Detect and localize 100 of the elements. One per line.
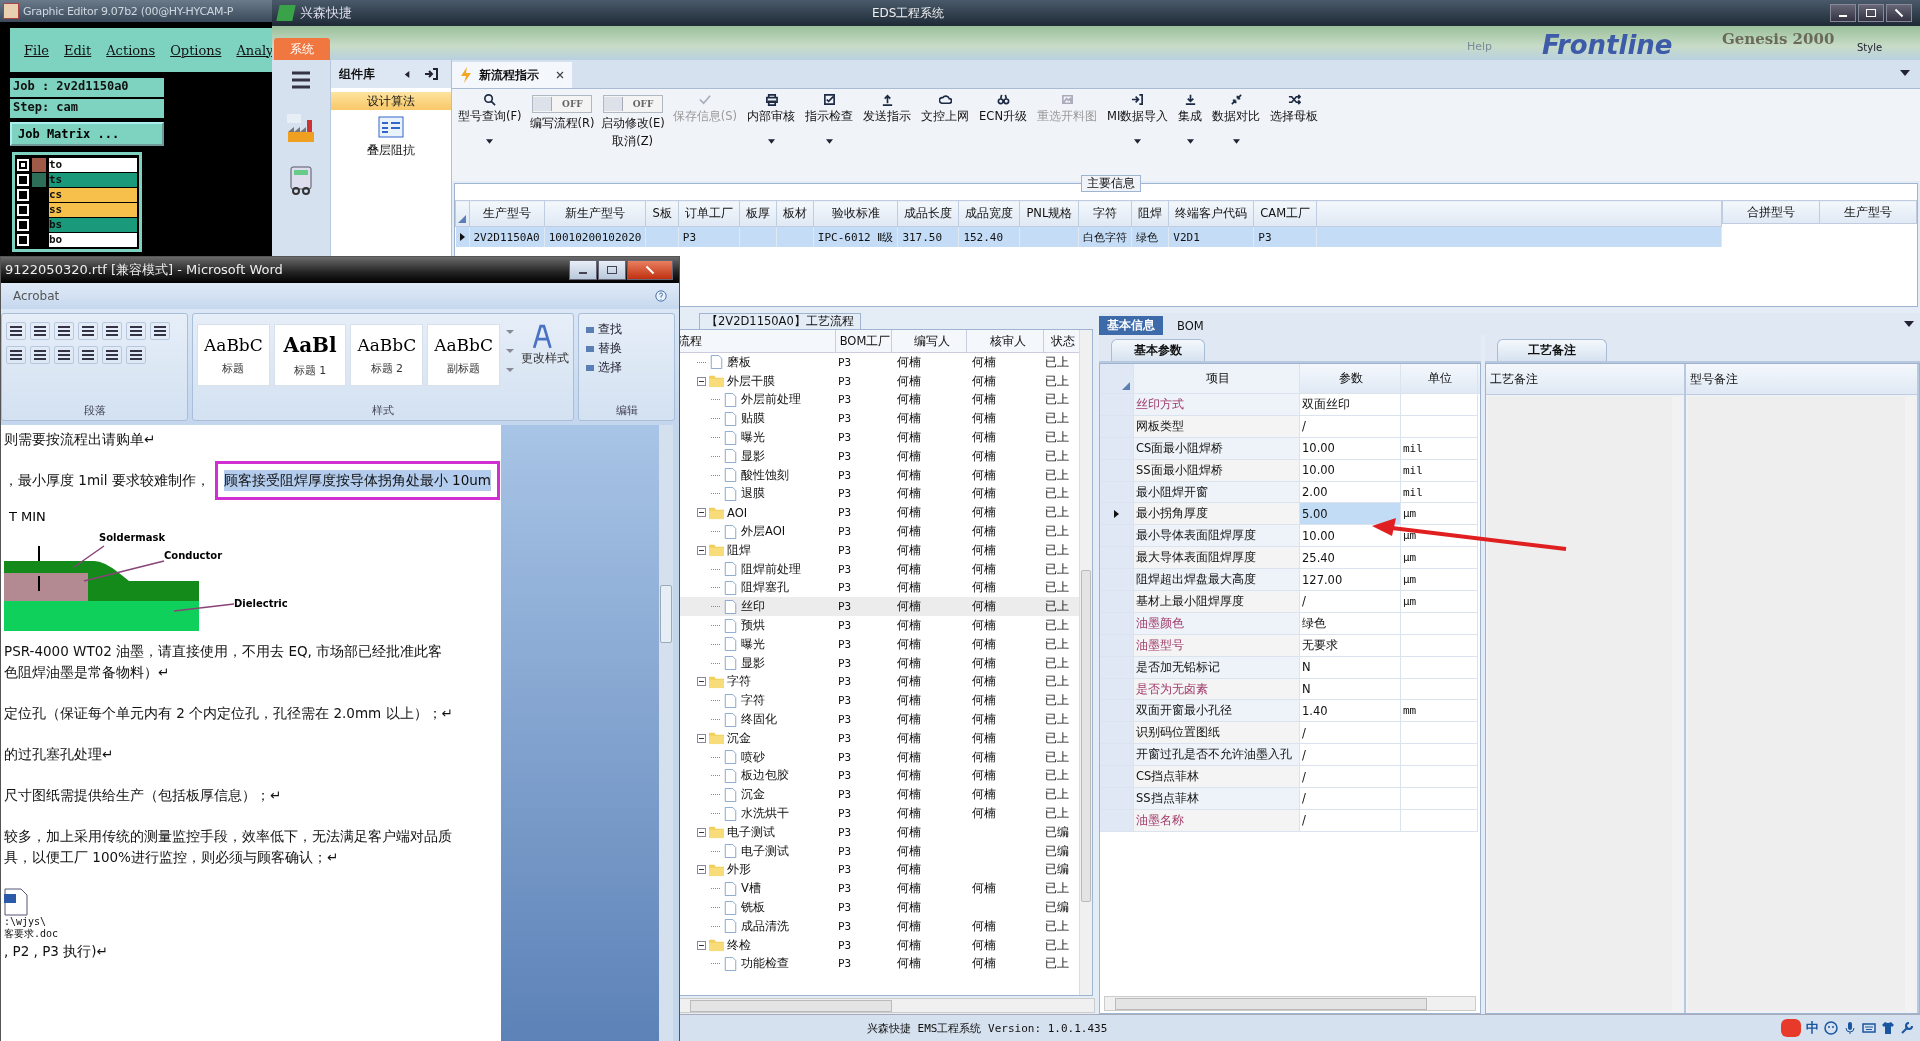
row-header-cell[interactable] <box>1100 809 1134 832</box>
table-icon[interactable] <box>378 116 404 138</box>
paragraph-tool-icon[interactable] <box>102 322 122 340</box>
row-header-cell[interactable] <box>1100 634 1134 657</box>
minimize-button[interactable] <box>569 260 597 280</box>
section-tab[interactable]: 基本参数 <box>1111 339 1205 361</box>
smiley-icon[interactable] <box>1824 1021 1838 1035</box>
minimize-button[interactable] <box>1830 4 1856 22</box>
column-header[interactable]: 核审人 <box>967 330 1044 352</box>
close-button[interactable] <box>1886 4 1912 22</box>
collapse-toggle[interactable] <box>697 865 706 875</box>
row-header-cell[interactable] <box>1100 547 1134 570</box>
tree-row[interactable]: 外层干膜 P3 何楠 何楠 已上 <box>678 371 1080 391</box>
collapse-toggle[interactable] <box>697 545 706 555</box>
toggle-switch[interactable]: OFF <box>602 95 663 113</box>
column-header[interactable]: 新生产型号 <box>544 200 646 227</box>
toolbar-button[interactable]: 集成 <box>1176 93 1205 144</box>
paragraph-tool-icon[interactable] <box>54 322 74 340</box>
param-value[interactable]: N <box>1300 656 1401 679</box>
layer-checkbox[interactable] <box>17 218 29 231</box>
tree-row[interactable]: 显影 P3 何楠 何楠 已上 <box>678 653 1080 673</box>
keyboard-icon[interactable] <box>1862 1021 1876 1035</box>
tree-row[interactable]: 磨板 P3 何楠 何楠 已上 <box>678 353 1080 372</box>
collapse-toggle[interactable] <box>697 827 706 837</box>
ime-logo-icon[interactable] <box>1781 1019 1801 1037</box>
collapse-toggle[interactable] <box>697 940 706 950</box>
layer-checkbox[interactable] <box>17 233 29 246</box>
maximize-button[interactable] <box>1858 4 1884 22</box>
tree-row[interactable]: 阻焊 P3 何楠 何楠 已上 <box>678 540 1080 560</box>
toggle-switch[interactable]: OFF <box>532 95 593 113</box>
tab[interactable]: 基本信息 <box>1099 316 1163 335</box>
tree-row[interactable]: 阻焊前处理 P3 何楠 何楠 已上 <box>678 559 1080 579</box>
factory-icon[interactable] <box>285 112 317 144</box>
menu-item[interactable]: Options <box>170 42 222 58</box>
word-document-icon[interactable] <box>4 888 28 916</box>
alignment-icon[interactable] <box>102 346 122 364</box>
ribbon-tab[interactable]: Acrobat <box>13 289 60 303</box>
tree-row[interactable]: 显影 P3 何楠 何楠 已上 <box>678 447 1080 466</box>
column-header[interactable]: 项目 <box>1134 364 1300 394</box>
alignment-icon[interactable] <box>78 346 98 364</box>
toolbar-button[interactable]: 型号查询(F) <box>456 93 524 144</box>
layer-name[interactable]: to <box>49 157 137 172</box>
column-header[interactable]: S板 <box>645 200 679 227</box>
layer-name[interactable]: cs <box>49 187 137 202</box>
row-header-cell[interactable] <box>1100 437 1134 460</box>
param-value[interactable]: 无要求 <box>1300 634 1401 657</box>
scrollbar[interactable] <box>677 998 1095 1013</box>
column-header[interactable]: 终端客户代码 <box>1168 200 1254 227</box>
tab[interactable]: BOM <box>1169 317 1212 335</box>
help-icon[interactable] <box>655 290 667 302</box>
row-header-cell[interactable] <box>1100 612 1134 635</box>
toolbar-button[interactable]: 发送指示 <box>861 93 914 124</box>
layer-name[interactable]: ts <box>49 172 137 187</box>
column-header[interactable]: 验收标准 <box>813 200 898 227</box>
param-value[interactable]: / <box>1300 591 1401 613</box>
row-header-cell[interactable] <box>1100 569 1134 591</box>
param-value[interactable]: / <box>1300 809 1401 832</box>
column-header[interactable]: 阻焊 <box>1131 200 1169 227</box>
tree-row[interactable]: 电子测试 P3 何楠 已编 <box>678 822 1080 842</box>
toolbar-button[interactable]: MI数据导入 <box>1105 93 1171 144</box>
row-header-cell[interactable] <box>1100 459 1134 482</box>
tree-row[interactable]: 曝光 P3 何楠 何楠 已上 <box>678 634 1080 654</box>
param-value[interactable]: / <box>1300 788 1401 810</box>
paragraph-tool-icon[interactable] <box>78 322 98 340</box>
column-header[interactable]: 合拼型号 <box>1722 200 1820 224</box>
tree-row[interactable]: 电子测试 P3 何楠 已编 <box>678 841 1080 861</box>
menu-item[interactable]: Analy <box>236 42 274 58</box>
layer-checkbox[interactable] <box>17 158 29 171</box>
tree-row[interactable]: 沉金 P3 何楠 何楠 已上 <box>678 728 1080 748</box>
microphone-icon[interactable] <box>1843 1021 1857 1035</box>
toolbar-button[interactable]: 选择母板 <box>1268 93 1321 124</box>
tree-row[interactable]: 终检 P3 何楠 何楠 已上 <box>678 935 1080 955</box>
sign-in-icon[interactable] <box>424 68 438 80</box>
column-header[interactable]: 生产型号 <box>1819 200 1917 224</box>
tree-row[interactable]: 功能检查 P3 何楠 何楠 已上 <box>678 954 1080 974</box>
param-value[interactable]: 绿色 <box>1300 612 1401 635</box>
column-header[interactable]: CAM工厂 <box>1253 200 1317 227</box>
param-value[interactable]: 双面丝印 <box>1300 394 1401 416</box>
close-icon[interactable] <box>556 71 564 79</box>
row-header-cell[interactable] <box>1100 503 1134 526</box>
dropdown-icon[interactable] <box>1900 70 1910 76</box>
tree-row[interactable]: 终固化 P3 何楠 何楠 已上 <box>678 710 1080 729</box>
toolbar-button[interactable]: ECN升级 <box>977 93 1029 124</box>
alignment-icon[interactable] <box>126 346 146 364</box>
param-value[interactable]: / <box>1300 415 1401 438</box>
tree-row[interactable]: 沉金 P3 何楠 何楠 已上 <box>678 785 1080 805</box>
tree-row[interactable]: 字符 P3 何楠 何楠 已上 <box>678 691 1080 711</box>
layer-checkbox[interactable] <box>17 173 29 186</box>
toolbar-button[interactable]: 指示检查 <box>803 93 856 144</box>
row-header-cell[interactable] <box>1100 744 1134 767</box>
collapse-toggle[interactable] <box>697 376 706 386</box>
attachment-name[interactable]: 客要求.doc <box>4 927 501 941</box>
style-preset[interactable]: AaBl 标题 1 <box>273 324 347 386</box>
paragraph-tool-icon[interactable] <box>150 322 170 340</box>
edit-action[interactable]: 选择 <box>585 360 668 375</box>
param-value[interactable]: 127.00 <box>1300 569 1401 591</box>
close-button[interactable] <box>627 260 673 280</box>
paragraph-tool-icon[interactable] <box>126 322 146 340</box>
paragraph-tool-icon[interactable] <box>6 322 26 340</box>
wrench-icon[interactable] <box>1900 1021 1914 1035</box>
